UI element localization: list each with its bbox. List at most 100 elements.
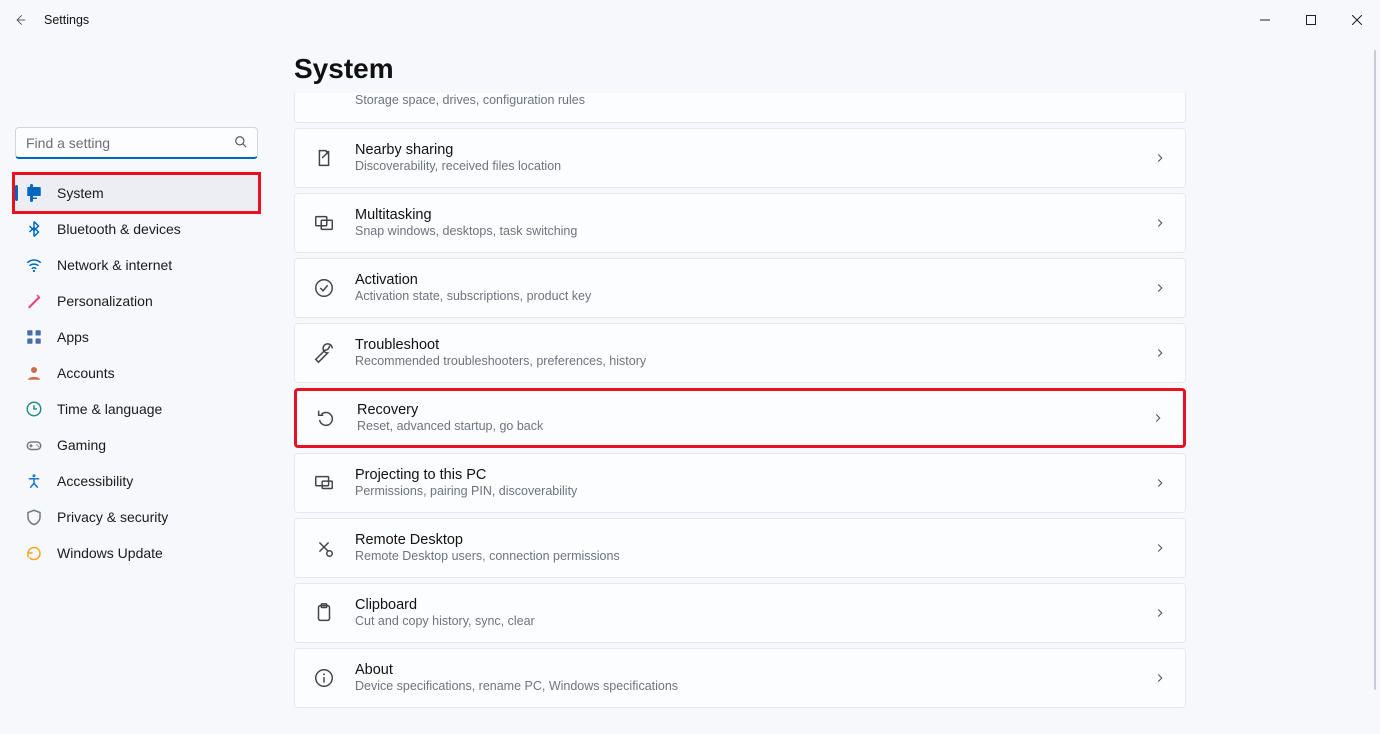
card-desc: Permissions, pairing PIN, discoverabilit… <box>355 484 1133 500</box>
sidebar-item-label: Accessibility <box>57 473 133 489</box>
card-desc: Reset, advanced startup, go back <box>357 419 1131 435</box>
card-desc: Snap windows, desktops, task switching <box>355 224 1133 240</box>
sidebar-item-acct[interactable]: Accounts <box>15 355 258 391</box>
chevron-right-icon <box>1153 216 1167 230</box>
close-button[interactable] <box>1334 0 1380 40</box>
remote-icon <box>313 537 335 559</box>
card-text: AboutDevice specifications, rename PC, W… <box>355 661 1133 695</box>
card-desc: Activation state, subscriptions, product… <box>355 289 1133 305</box>
pers-icon <box>25 292 43 310</box>
card-desc: Device specifications, rename PC, Window… <box>355 679 1133 695</box>
sidebar-item-net[interactable]: Network & internet <box>15 247 258 283</box>
settings-card-act[interactable]: ActivationActivation state, subscription… <box>294 258 1186 318</box>
search-icon <box>234 135 248 149</box>
apps-icon <box>25 328 43 346</box>
card-title: Activation <box>355 271 1133 289</box>
sidebar-item-acc[interactable]: Accessibility <box>15 463 258 499</box>
sidebar-item-label: Privacy & security <box>57 509 168 525</box>
card-title: About <box>355 661 1133 679</box>
sidebar-item-label: Personalization <box>57 293 153 309</box>
sidebar-item-apps[interactable]: Apps <box>15 319 258 355</box>
acct-icon <box>25 364 43 382</box>
settings-card-recovery[interactable]: RecoveryReset, advanced startup, go back <box>294 388 1186 448</box>
card-title: Recovery <box>357 401 1131 419</box>
card-text: Nearby sharingDiscoverability, received … <box>355 141 1133 175</box>
sidebar-item-bt[interactable]: Bluetooth & devices <box>15 211 258 247</box>
settings-card-storage[interactable]: Storage space, drives, configuration rul… <box>294 93 1186 123</box>
sidebar-item-label: System <box>57 185 104 201</box>
search-input[interactable] <box>15 127 258 159</box>
chevron-right-icon <box>1153 476 1167 490</box>
blank-icon <box>313 93 335 115</box>
settings-card-trouble[interactable]: TroubleshootRecommended troubleshooters,… <box>294 323 1186 383</box>
card-title: Multitasking <box>355 206 1133 224</box>
card-desc: Storage space, drives, configuration rul… <box>355 93 1167 109</box>
card-desc: Cut and copy history, sync, clear <box>355 614 1133 630</box>
settings-card-clip[interactable]: ClipboardCut and copy history, sync, cle… <box>294 583 1186 643</box>
chevron-right-icon <box>1153 281 1167 295</box>
sidebar-item-time[interactable]: Time & language <box>15 391 258 427</box>
upd-icon <box>25 544 43 562</box>
card-title: Projecting to this PC <box>355 466 1133 484</box>
sidebar: System Bluetooth & devices Network & inter… <box>0 0 275 734</box>
sidebar-item-label: Time & language <box>57 401 162 417</box>
card-text: ActivationActivation state, subscription… <box>355 271 1133 305</box>
chevron-right-icon <box>1153 346 1167 360</box>
scrollbar[interactable] <box>1374 50 1376 690</box>
sidebar-item-label: Bluetooth & devices <box>57 221 181 237</box>
clip-icon <box>313 602 335 624</box>
window-controls <box>1242 0 1380 40</box>
trouble-icon <box>313 342 335 364</box>
main-pane: System Storage space, drives, configurat… <box>290 45 1380 734</box>
settings-card-nearby[interactable]: Nearby sharingDiscoverability, received … <box>294 128 1186 188</box>
sidebar-item-priv[interactable]: Privacy & security <box>15 499 258 535</box>
card-text: Storage space, drives, configuration rul… <box>355 93 1167 109</box>
page-heading: System <box>294 53 1380 85</box>
card-title: Remote Desktop <box>355 531 1133 549</box>
sidebar-item-system[interactable]: System <box>15 175 258 211</box>
settings-card-project[interactable]: Projecting to this PCPermissions, pairin… <box>294 453 1186 513</box>
sidebar-item-label: Network & internet <box>57 257 172 273</box>
minimize-button[interactable] <box>1242 0 1288 40</box>
card-text: TroubleshootRecommended troubleshooters,… <box>355 336 1133 370</box>
search-wrap <box>15 127 258 159</box>
card-text: Remote DesktopRemote Desktop users, conn… <box>355 531 1133 565</box>
sidebar-item-label: Accounts <box>57 365 115 381</box>
settings-card-multi[interactable]: MultitaskingSnap windows, desktops, task… <box>294 193 1186 253</box>
settings-list: Storage space, drives, configuration rul… <box>290 93 1190 734</box>
chevron-right-icon <box>1151 411 1165 425</box>
game-icon <box>25 436 43 454</box>
card-desc: Recommended troubleshooters, preferences… <box>355 354 1133 370</box>
project-icon <box>313 472 335 494</box>
sidebar-item-game[interactable]: Gaming <box>15 427 258 463</box>
system-icon <box>25 184 43 202</box>
sidebar-item-upd[interactable]: Windows Update <box>15 535 258 571</box>
card-desc: Remote Desktop users, connection permiss… <box>355 549 1133 565</box>
bt-icon <box>25 220 43 238</box>
multi-icon <box>313 212 335 234</box>
priv-icon <box>25 508 43 526</box>
chevron-right-icon <box>1153 671 1167 685</box>
time-icon <box>25 400 43 418</box>
card-title: Nearby sharing <box>355 141 1133 159</box>
chevron-right-icon <box>1153 151 1167 165</box>
card-text: Projecting to this PCPermissions, pairin… <box>355 466 1133 500</box>
active-indicator <box>15 185 18 201</box>
settings-card-remote[interactable]: Remote DesktopRemote Desktop users, conn… <box>294 518 1186 578</box>
act-icon <box>313 277 335 299</box>
sidebar-item-pers[interactable]: Personalization <box>15 283 258 319</box>
card-text: ClipboardCut and copy history, sync, cle… <box>355 596 1133 630</box>
card-text: MultitaskingSnap windows, desktops, task… <box>355 206 1133 240</box>
net-icon <box>25 256 43 274</box>
nearby-icon <box>313 147 335 169</box>
card-title: Clipboard <box>355 596 1133 614</box>
sidebar-item-label: Gaming <box>57 437 106 453</box>
settings-card-about[interactable]: AboutDevice specifications, rename PC, W… <box>294 648 1186 708</box>
chevron-right-icon <box>1153 606 1167 620</box>
maximize-button[interactable] <box>1288 0 1334 40</box>
acc-icon <box>25 472 43 490</box>
recovery-icon <box>315 407 337 429</box>
nav-list: System Bluetooth & devices Network & inter… <box>15 175 258 571</box>
card-desc: Discoverability, received files location <box>355 159 1133 175</box>
card-title: Troubleshoot <box>355 336 1133 354</box>
